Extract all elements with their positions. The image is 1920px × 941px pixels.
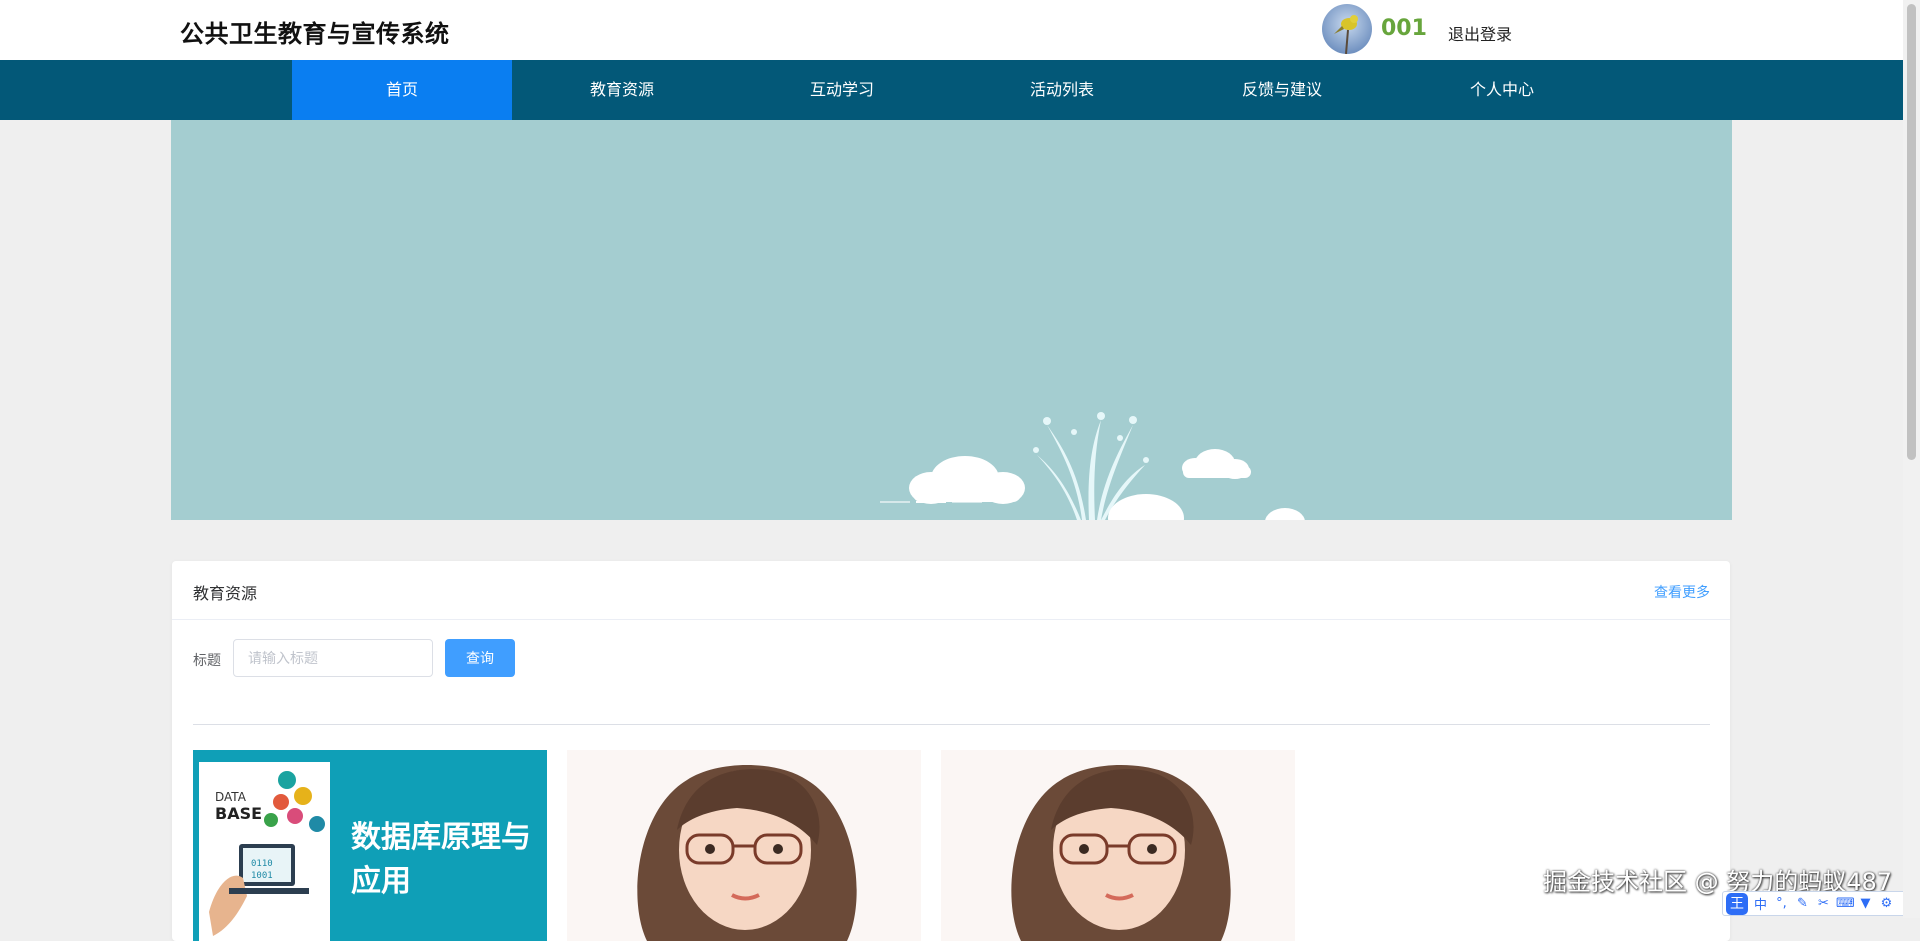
user-avatar[interactable]	[1322, 4, 1372, 54]
divider	[193, 724, 1710, 725]
main-nav: 首页 教育资源 互动学习 活动列表 反馈与建议 个人中心	[0, 60, 1903, 120]
carousel-dot[interactable]	[952, 501, 982, 503]
punctuation-icon[interactable]: °,	[1773, 896, 1790, 911]
cartoon-girl-image	[1011, 765, 1231, 941]
settings-icon[interactable]: ⚙	[1878, 896, 1895, 911]
panel-title: 教育资源	[193, 584, 258, 603]
carousel-indicators	[880, 501, 982, 503]
page-scrollbar[interactable]	[1903, 0, 1920, 918]
title-search-input[interactable]	[233, 639, 433, 677]
language-toggle[interactable]: 中	[1752, 894, 1769, 913]
education-resources-panel: 教育资源 查看更多 标题 查询 DATA BASE 0110 1001	[172, 561, 1730, 941]
database-illustration: DATA BASE 0110 1001	[199, 762, 330, 941]
view-more-link[interactable]: 查看更多	[1654, 582, 1710, 602]
nav-item-home[interactable]: 首页	[292, 60, 512, 120]
scrollbar-thumb[interactable]	[1907, 4, 1916, 460]
ime-logo-icon[interactable]: 王	[1726, 892, 1748, 915]
top-header: 公共卫生教育与宣传系统 001 退出登录	[0, 0, 1903, 60]
banner-illustration	[909, 412, 1305, 520]
nav-item-activity-list[interactable]: 活动列表	[952, 60, 1172, 120]
logout-button[interactable]: 退出登录	[1448, 21, 1512, 45]
carousel-dot[interactable]	[880, 501, 910, 503]
panel-header: 教育资源 查看更多	[172, 561, 1730, 620]
banner-carousel[interactable]	[171, 120, 1732, 520]
filter-title-label: 标题	[193, 653, 221, 669]
database-icon: 0110 1001	[209, 771, 325, 936]
site-title: 公共卫生教育与宣传系统	[180, 20, 450, 48]
query-button[interactable]: 查询	[445, 639, 515, 677]
shirt-icon[interactable]: ▼	[1857, 896, 1874, 911]
nav-item-education-resources[interactable]: 教育资源	[512, 60, 732, 120]
cartoon-girl-image	[637, 765, 857, 941]
nav-item-personal-center[interactable]: 个人中心	[1392, 60, 1612, 120]
card-title: 数据库原理与应用	[351, 820, 531, 899]
ime-toolbar: 王 中 °, ✎ ✂ ⌨ ▼ ⚙	[1722, 891, 1920, 916]
pen-icon[interactable]: ✎	[1794, 896, 1811, 911]
nav-item-feedback[interactable]: 反馈与建议	[1172, 60, 1392, 120]
resource-card[interactable]	[567, 750, 921, 941]
scissors-icon[interactable]: ✂	[1815, 896, 1832, 911]
carousel-dot[interactable]	[916, 501, 946, 503]
nav-item-interactive-learning[interactable]: 互动学习	[732, 60, 952, 120]
resource-card[interactable]	[941, 750, 1295, 941]
resource-card[interactable]: DATA BASE 0110 1001 数据库原理与应用	[193, 750, 547, 941]
username: 001	[1381, 16, 1427, 41]
keyboard-icon[interactable]: ⌨	[1836, 896, 1855, 911]
svg-text:0110: 0110	[251, 859, 273, 869]
svg-text:1001: 1001	[251, 871, 273, 881]
